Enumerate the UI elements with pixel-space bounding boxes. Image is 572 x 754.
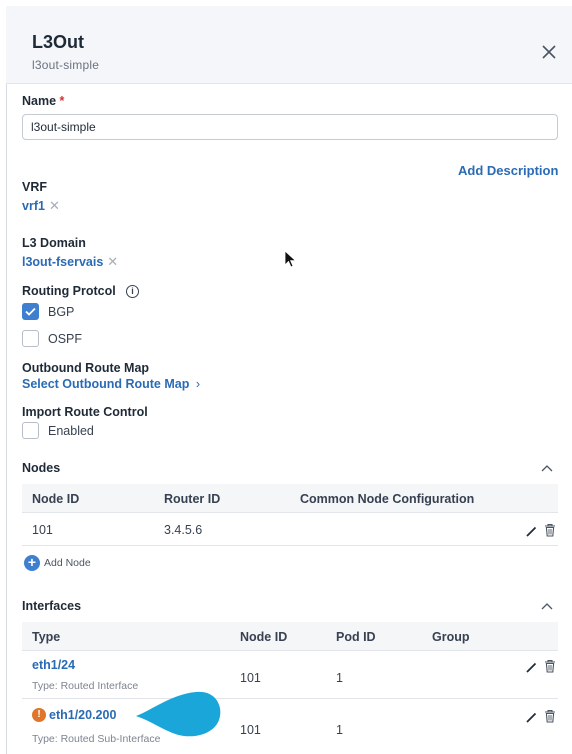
select-outbound-route-map-link[interactable]: Select Outbound Route Map › — [22, 377, 200, 391]
interfaces-table-header — [22, 622, 558, 650]
interfaces-col-node-id: Node ID — [240, 630, 288, 644]
add-node-button[interactable]: Add Node — [44, 557, 91, 569]
add-node-icon[interactable]: + — [24, 555, 40, 571]
delete-icon[interactable] — [543, 709, 557, 723]
interface-node-id-cell: 101 — [240, 723, 261, 737]
panel-header: L3Out l3out-simple — [6, 6, 572, 84]
vrf-label: VRF — [22, 180, 47, 194]
collapse-nodes-icon[interactable] — [541, 464, 553, 472]
collapse-interfaces-icon[interactable] — [541, 602, 553, 610]
router-id-cell: 3.4.5.6 — [164, 523, 203, 537]
interface-pod-id-cell: 1 — [336, 671, 343, 685]
chevron-right-icon: › — [195, 377, 201, 391]
ospf-label: OSPF — [48, 332, 83, 346]
remove-l3-domain-icon[interactable]: ✕ — [107, 254, 118, 269]
nodes-col-common-config: Common Node Configuration — [300, 492, 475, 506]
delete-icon[interactable] — [543, 523, 557, 537]
divider — [22, 545, 558, 546]
edit-icon[interactable] — [525, 524, 539, 538]
divider — [22, 698, 558, 699]
divider — [22, 512, 558, 513]
outbound-route-map-label: Outbound Route Map — [22, 361, 150, 375]
enabled-label: Enabled — [48, 424, 94, 438]
routing-protocol-label: Routing Protcol — [22, 284, 116, 298]
name-input[interactable]: l3out-simple — [22, 114, 558, 140]
callout-bubble-icon — [136, 691, 221, 737]
vrf-value[interactable]: vrf1 ✕ — [22, 198, 60, 214]
bgp-label: BGP — [48, 305, 75, 319]
nodes-section-title: Nodes — [22, 461, 61, 475]
warning-icon: ! — [32, 708, 46, 722]
mouse-cursor-icon — [284, 250, 297, 268]
panel-subtitle: l3out-simple — [32, 58, 100, 72]
add-description-link[interactable]: Add Description — [458, 163, 558, 178]
interface-pod-id-cell: 1 — [336, 723, 343, 737]
interface-name-link[interactable]: eth1/24 — [32, 658, 75, 672]
checkmark-icon — [25, 307, 36, 316]
import-route-control-label: Import Route Control — [22, 405, 148, 419]
required-mark: * — [59, 94, 65, 108]
remove-vrf-icon[interactable]: ✕ — [49, 198, 60, 213]
bgp-checkbox[interactable] — [22, 303, 39, 320]
edit-icon[interactable] — [525, 660, 539, 674]
nodes-table-header — [22, 484, 558, 512]
interfaces-col-type: Type — [32, 630, 61, 644]
nodes-col-router-id: Router ID — [164, 492, 221, 506]
info-icon[interactable]: i — [126, 285, 139, 298]
ospf-checkbox[interactable] — [22, 330, 39, 347]
panel-title: L3Out — [32, 32, 84, 52]
name-label: Name * — [22, 94, 65, 108]
l3-domain-value[interactable]: l3out-fservais ✕ — [22, 254, 118, 270]
interface-node-id-cell: 101 — [240, 671, 261, 685]
interfaces-col-pod-id: Pod ID — [336, 630, 376, 644]
interface-type-text: Type: Routed Interface — [32, 680, 139, 692]
enabled-checkbox[interactable] — [22, 422, 39, 439]
close-icon[interactable] — [541, 44, 557, 60]
interface-name-link[interactable]: eth1/20.200 — [49, 708, 116, 722]
node-id-cell: 101 — [32, 523, 53, 537]
l3-domain-label: L3 Domain — [22, 236, 86, 250]
edit-icon[interactable] — [525, 710, 539, 724]
interfaces-section-title: Interfaces — [22, 599, 82, 613]
interfaces-col-group: Group — [432, 630, 470, 644]
nodes-col-node-id: Node ID — [32, 492, 80, 506]
divider — [22, 650, 558, 651]
delete-icon[interactable] — [543, 659, 557, 673]
